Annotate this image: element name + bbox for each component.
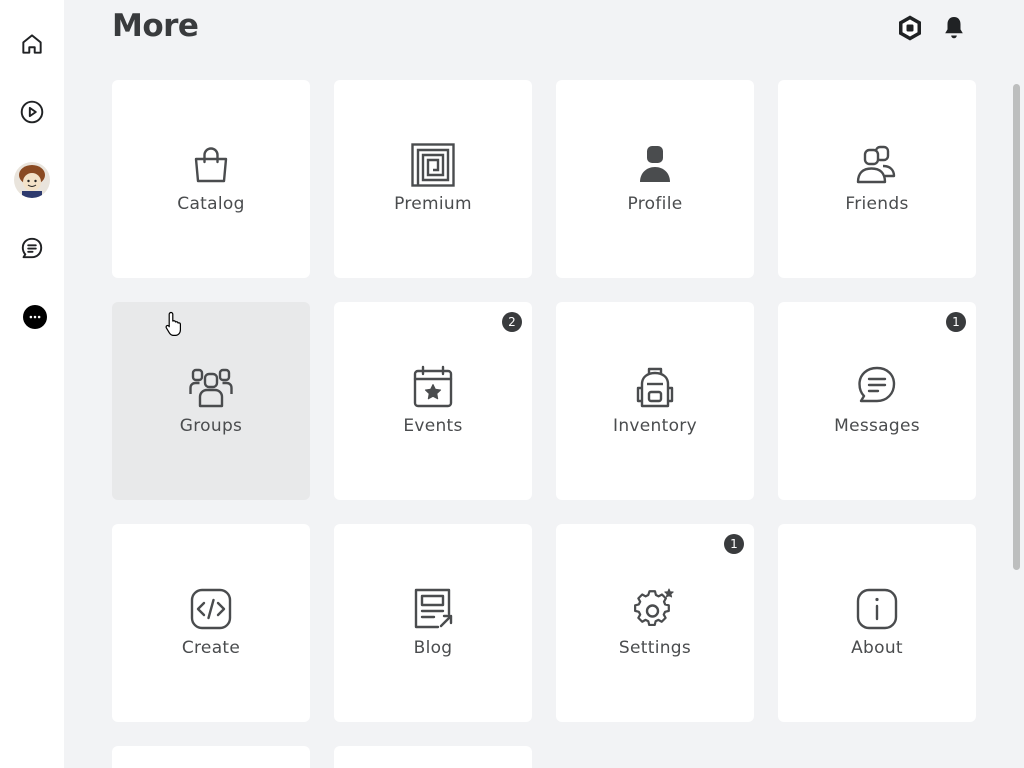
groups-icon xyxy=(189,368,233,408)
nav-chat-button[interactable] xyxy=(12,228,52,268)
tile-catalog[interactable]: Catalog xyxy=(112,80,310,278)
play-icon xyxy=(20,100,44,124)
notification-badge: 2 xyxy=(502,312,522,332)
blog-icon xyxy=(414,588,453,629)
notification-badge: 1 xyxy=(724,534,744,554)
bell-icon[interactable] xyxy=(940,14,968,42)
tile-partial[interactable] xyxy=(334,746,532,768)
tile-label: Blog xyxy=(413,638,453,658)
nav-home-button[interactable] xyxy=(12,24,52,64)
tile-blog[interactable]: Blog xyxy=(334,524,532,722)
home-icon xyxy=(22,34,42,54)
page-title: More xyxy=(112,8,199,44)
tile-create[interactable]: Create xyxy=(112,524,310,722)
tile-label: Settings xyxy=(618,638,692,658)
nav-more-button[interactable] xyxy=(23,305,47,329)
tile-label: Messages xyxy=(834,416,920,436)
tile-label: Inventory xyxy=(613,416,697,436)
code-icon xyxy=(190,588,232,630)
more-icon xyxy=(29,315,41,319)
backpack-icon xyxy=(636,367,674,408)
hand-cursor-icon xyxy=(165,311,181,336)
premium-icon xyxy=(411,143,455,187)
tile-label: Profile xyxy=(627,194,683,214)
tile-about[interactable]: About xyxy=(778,524,976,722)
person-icon xyxy=(640,146,670,182)
tile-profile[interactable]: Profile xyxy=(556,80,754,278)
tile-settings[interactable]: Settings 1 xyxy=(556,524,754,722)
info-icon xyxy=(856,588,898,630)
friends-icon xyxy=(856,145,896,184)
chat-icon xyxy=(21,237,43,259)
tile-label: About xyxy=(851,638,903,658)
sidebar xyxy=(0,0,64,768)
nav-discover-button[interactable] xyxy=(12,92,52,132)
gear-icon xyxy=(634,588,674,627)
tile-messages[interactable]: Messages 1 xyxy=(778,302,976,500)
tile-partial[interactable] xyxy=(112,746,310,768)
tile-premium[interactable]: Premium xyxy=(334,80,532,278)
tile-events[interactable]: Events 2 xyxy=(334,302,532,500)
scrollbar[interactable] xyxy=(1013,84,1020,570)
tile-inventory[interactable]: Inventory xyxy=(556,302,754,500)
notification-badge: 1 xyxy=(946,312,966,332)
robux-icon[interactable] xyxy=(896,14,924,42)
shopping-bag-icon xyxy=(194,147,228,183)
tile-groups[interactable]: Groups xyxy=(112,302,310,500)
tile-label: Groups xyxy=(179,416,243,436)
message-icon xyxy=(858,366,896,403)
calendar-star-icon xyxy=(413,365,453,408)
avatar[interactable] xyxy=(14,162,50,198)
tile-friends[interactable]: Friends xyxy=(778,80,976,278)
tile-label: Create xyxy=(181,638,241,658)
tile-label: Events xyxy=(403,416,463,436)
tile-label: Friends xyxy=(845,194,909,214)
tile-label: Premium xyxy=(394,194,472,214)
tile-label: Catalog xyxy=(177,194,245,214)
